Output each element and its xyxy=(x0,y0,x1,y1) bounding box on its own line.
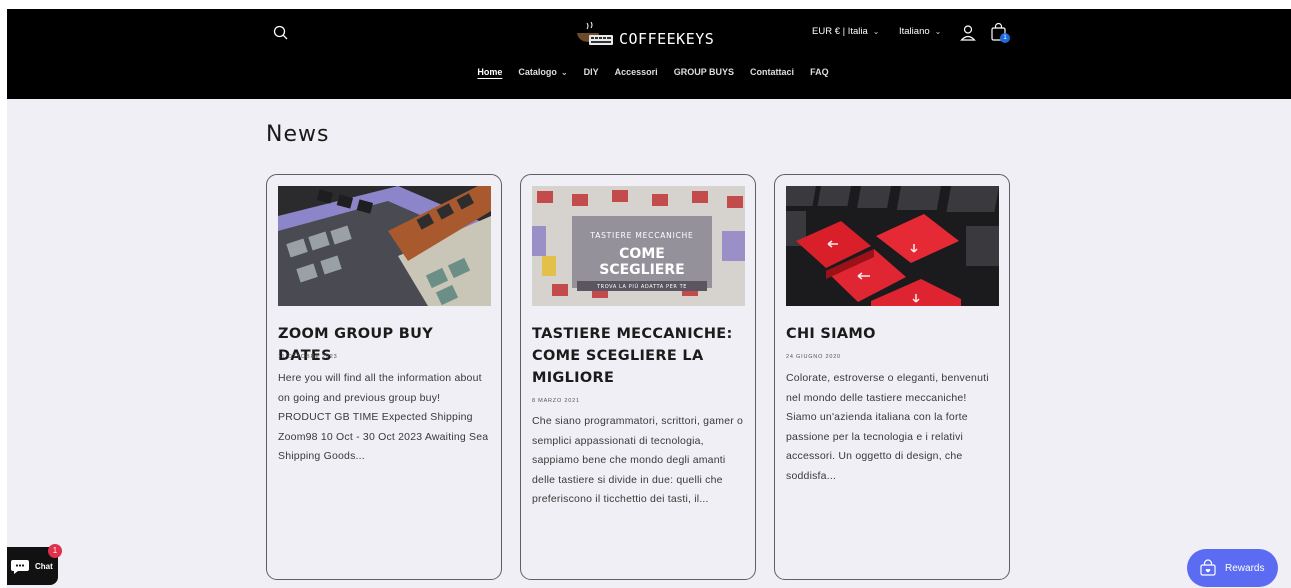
article-image[interactable] xyxy=(786,186,999,306)
nav-item-accessori[interactable]: Accessori xyxy=(615,67,658,77)
nav-item-contattaci[interactable]: Contattaci xyxy=(750,67,794,77)
rewards-button[interactable]: Rewards xyxy=(1187,549,1278,587)
image-text-line2: COME xyxy=(619,246,665,262)
page-wrapper: COFFEEKEYS EUR € | Italia ⌄ Italiano ⌄ 1… xyxy=(7,9,1291,588)
article-excerpt: Colorate, estroverse o eleganti, benvenu… xyxy=(786,372,989,482)
article-excerpt: Che siano programmatori, scrittori, game… xyxy=(532,415,744,505)
site-header: COFFEEKEYS EUR € | Italia ⌄ Italiano ⌄ 1… xyxy=(7,9,1291,99)
image-text-line4: TROVA LA PIÙ ADATTA PER TE xyxy=(596,283,687,290)
account-icon[interactable] xyxy=(960,24,976,42)
chat-bubble-icon xyxy=(11,560,29,574)
main-navigation: Home Catalogo ⌄ DIY Accessori GROUP BUYS … xyxy=(7,67,1291,77)
article-image[interactable]: TASTIERE MECCANICHE COME SCEGLIERE TROVA… xyxy=(532,186,745,306)
nav-item-catalogo[interactable]: Catalogo ⌄ xyxy=(518,67,567,77)
article-title[interactable]: ZOOM GROUP BUY DATES xyxy=(278,323,488,367)
nav-item-faq[interactable]: FAQ xyxy=(810,67,829,77)
gift-bag-icon xyxy=(1200,559,1216,576)
chevron-down-icon: ⌄ xyxy=(560,67,568,77)
nav-item-home[interactable]: Home xyxy=(477,67,502,77)
logo-text: COFFEEKEYS xyxy=(619,30,715,48)
chevron-down-icon: ⌄ xyxy=(872,27,880,36)
currency-selector[interactable]: EUR € | Italia ⌄ xyxy=(812,26,880,37)
coffee-keyboard-logo-icon xyxy=(577,21,613,45)
chat-label: Chat xyxy=(35,561,53,571)
article-card[interactable]: TASTIERE MECCANICHE COME SCEGLIERE TROVA… xyxy=(520,174,756,580)
article-date: 11 ottobre 2023 xyxy=(278,354,338,360)
image-text-line1: TASTIERE MECCANICHE xyxy=(589,231,693,240)
article-date: 24 giugno 2020 xyxy=(786,354,841,360)
article-excerpt: Here you will find all the information a… xyxy=(278,372,489,462)
cart-count-badge: 1 xyxy=(1000,33,1010,43)
currency-label: EUR € | Italia xyxy=(812,26,868,37)
nav-item-group-buys[interactable]: GROUP BUYS xyxy=(674,67,734,77)
search-icon[interactable] xyxy=(272,24,290,42)
article-card[interactable]: ZOOM GROUP BUY DATES 11 ottobre 2023 Her… xyxy=(266,174,502,580)
article-title[interactable]: TASTIERE MECCANICHE: COME SCEGLIERE LA M… xyxy=(532,323,742,389)
page-title: News xyxy=(266,122,330,147)
nav-item-diy[interactable]: DIY xyxy=(584,67,599,77)
cart-button[interactable]: 1 xyxy=(990,22,1010,44)
image-text-line3: SCEGLIERE xyxy=(599,262,684,278)
chevron-down-icon: ⌄ xyxy=(934,27,942,36)
site-logo[interactable]: COFFEEKEYS xyxy=(575,21,714,49)
rewards-label: Rewards xyxy=(1225,562,1265,574)
article-image[interactable] xyxy=(278,186,491,306)
article-card[interactable]: CHI SIAMO 24 giugno 2020 Colorate, estro… xyxy=(774,174,1010,580)
language-label: Italiano xyxy=(899,26,930,37)
article-date: 8 marzo 2021 xyxy=(532,398,580,404)
article-title[interactable]: CHI SIAMO xyxy=(786,323,996,345)
language-selector[interactable]: Italiano ⌄ xyxy=(899,26,941,37)
chat-notification-badge: 1 xyxy=(48,544,62,558)
